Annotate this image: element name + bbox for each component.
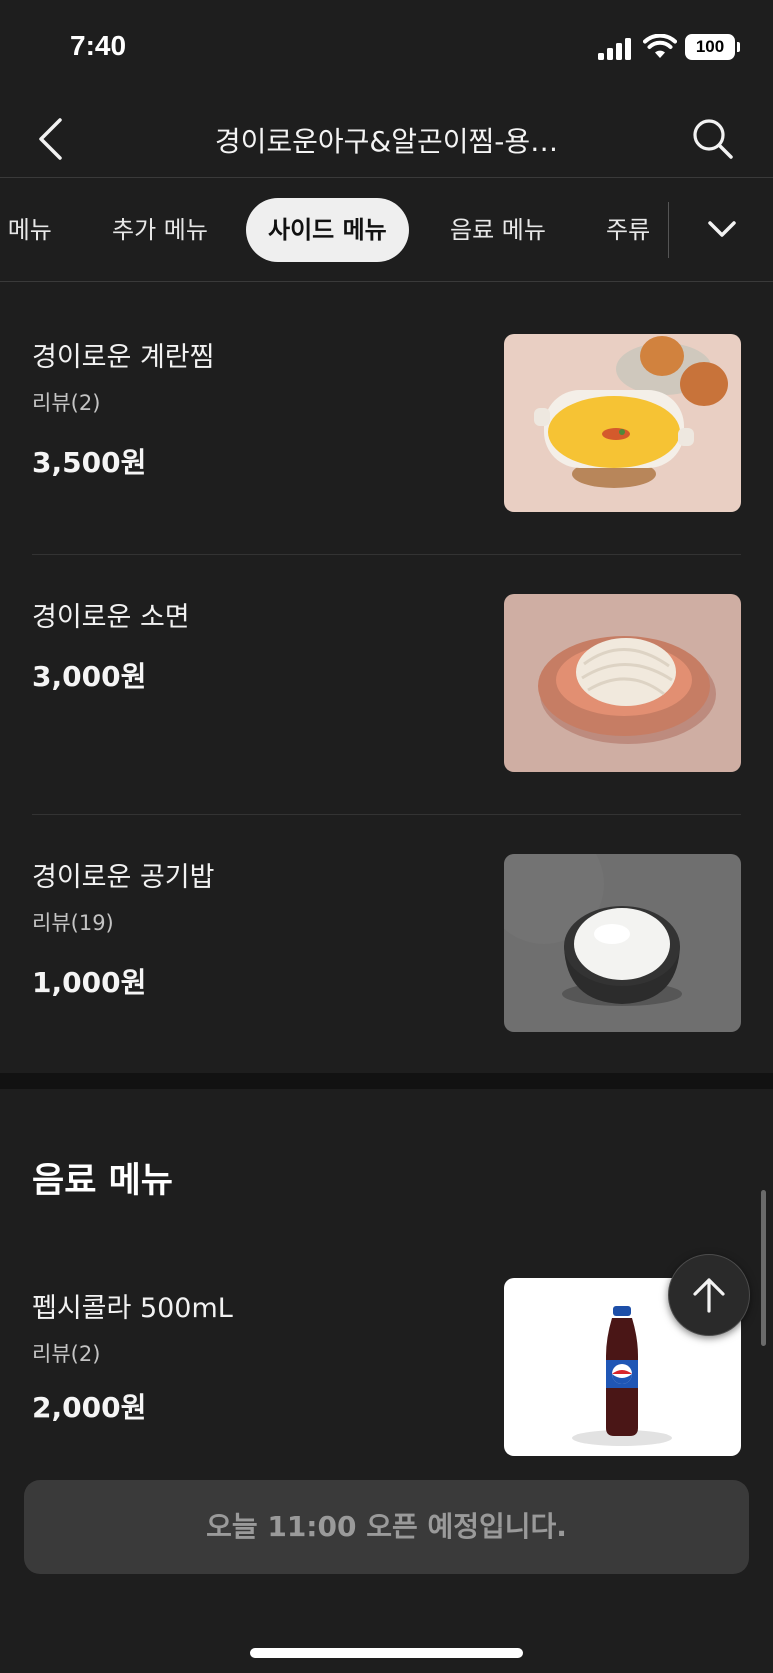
item-name: 경이로운 계란찜 xyxy=(32,342,215,373)
drink-section-title: 음료 메뉴 xyxy=(32,1161,173,1201)
tab-drink-menu[interactable]: 음료 메뉴 xyxy=(450,198,546,262)
battery-level: 100 xyxy=(695,37,725,56)
chevron-left-icon xyxy=(39,118,62,160)
noodles-image xyxy=(504,594,741,772)
search-button[interactable] xyxy=(688,114,738,164)
menu-item-noodles[interactable]: 경이로운 소면 3,000원 xyxy=(32,555,741,815)
search-icon xyxy=(693,119,733,159)
scroll-to-top-button[interactable] xyxy=(668,1254,750,1336)
item-name: 경이로운 공기밥 xyxy=(32,862,215,893)
item-price: 1,000원 xyxy=(32,966,147,999)
tab-main-menu[interactable]: 구 메뉴 xyxy=(0,198,52,262)
section-divider xyxy=(0,1073,773,1089)
expand-tabs-button[interactable] xyxy=(696,200,748,258)
category-tabs: 구 메뉴 추가 메뉴 사이드 메뉴 음료 메뉴 주류 xyxy=(0,178,773,282)
battery-icon: 100 xyxy=(685,34,735,60)
rice-bowl-image xyxy=(504,854,741,1032)
home-indicator[interactable] xyxy=(250,1648,523,1658)
menu-item-steamed-egg[interactable]: 경이로운 계란찜 리뷰(2) 3,500원 xyxy=(32,295,741,555)
item-price: 3,500원 xyxy=(32,446,147,479)
tab-side-menu[interactable]: 사이드 메뉴 xyxy=(246,198,409,262)
arrow-up-icon xyxy=(693,1278,725,1313)
menu-item-rice[interactable]: 경이로운 공기밥 리뷰(19) 1,000원 xyxy=(32,815,741,1075)
item-review-count[interactable]: 리뷰(2) xyxy=(32,387,100,417)
chevron-down-icon xyxy=(708,221,736,237)
battery-tip xyxy=(737,42,740,52)
wifi-icon xyxy=(643,34,677,58)
scroll-indicator[interactable] xyxy=(761,1190,766,1346)
item-price: 3,000원 xyxy=(32,660,147,693)
back-button[interactable] xyxy=(28,114,72,164)
item-name: 경이로운 소면 xyxy=(32,602,190,633)
cellular-signal-icon xyxy=(598,38,631,60)
tab-extra-menu[interactable]: 추가 메뉴 xyxy=(112,198,208,262)
status-time: 7:40 xyxy=(70,30,127,61)
tab-liquor[interactable]: 주류 xyxy=(606,198,656,262)
item-review-count[interactable]: 리뷰(19) xyxy=(32,907,114,937)
store-title: 경이로운아구&알곤이찜-용… xyxy=(214,125,559,158)
nav-header: 경이로운아구&알곤이찜-용… xyxy=(0,100,773,178)
item-price: 2,000원 xyxy=(32,1391,147,1424)
item-review-count[interactable]: 리뷰(2) xyxy=(32,1338,100,1368)
open-notice-banner: 오늘 11:00 오픈 예정입니다. xyxy=(24,1480,749,1574)
item-name: 펩시콜라 500mL xyxy=(32,1293,233,1324)
steamed-egg-image xyxy=(504,334,741,512)
tabs-divider xyxy=(668,202,669,258)
status-bar: 7:40 100 xyxy=(0,0,773,100)
